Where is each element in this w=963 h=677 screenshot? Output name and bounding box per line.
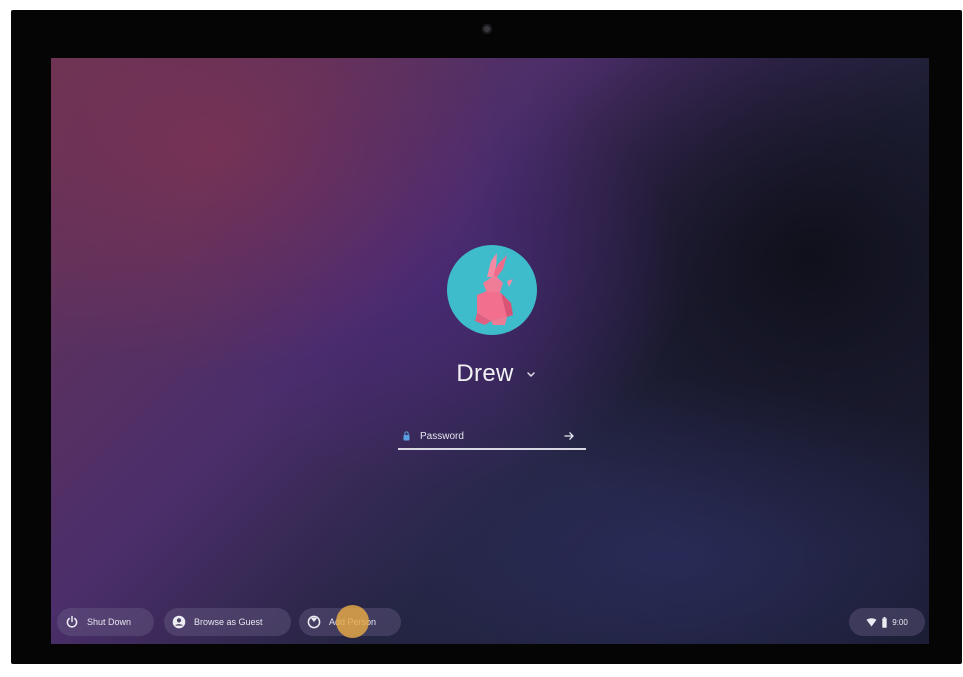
touch-indicator	[336, 605, 369, 638]
chevron-down-icon[interactable]	[526, 369, 536, 379]
shut-down-label: Shut Down	[87, 617, 132, 627]
account-circle-icon	[172, 615, 186, 629]
login-screen: Drew Shut Down Browse as Guest 9:00	[51, 58, 929, 644]
lock-icon	[403, 431, 410, 441]
arrow-right-icon[interactable]	[563, 430, 575, 442]
add-person-icon	[307, 615, 321, 629]
password-input[interactable]	[420, 430, 560, 442]
browse-as-guest-label: Browse as Guest	[194, 617, 263, 627]
power-icon	[66, 615, 78, 628]
device-frame: Drew Shut Down Browse as Guest 9:00	[11, 10, 962, 664]
origami-rabbit-icon	[475, 253, 513, 325]
clock-time: 9:00	[892, 617, 908, 627]
browse-as-guest-button[interactable]: Browse as Guest	[164, 608, 291, 636]
shut-down-button[interactable]: Shut Down	[57, 608, 154, 636]
user-avatar[interactable]	[447, 245, 537, 335]
user-name: Drew	[456, 360, 514, 387]
camera-icon	[482, 24, 492, 34]
password-field[interactable]	[398, 424, 586, 450]
status-tray[interactable]: 9:00	[849, 608, 925, 636]
battery-icon	[882, 616, 887, 628]
user-selector[interactable]: Drew	[431, 357, 561, 391]
wifi-icon	[866, 617, 877, 626]
